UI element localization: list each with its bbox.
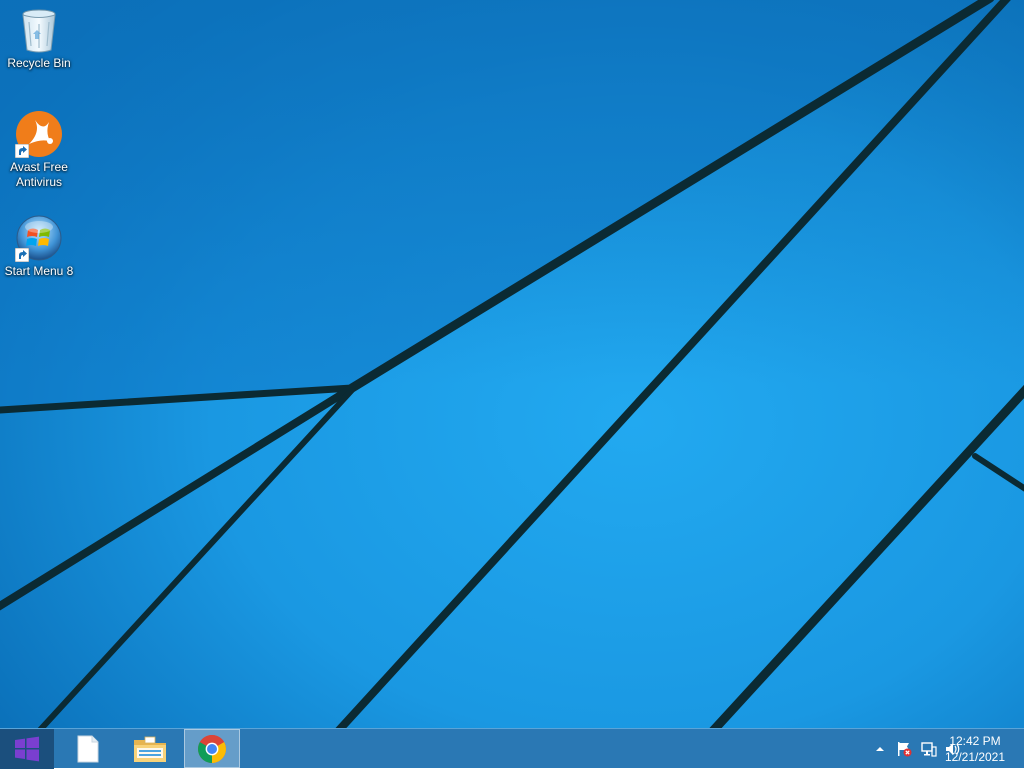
windows-logo-icon xyxy=(15,736,39,762)
document-icon xyxy=(77,735,99,762)
start-menu-8-icon xyxy=(15,214,63,262)
taskbar-button-google-chrome[interactable] xyxy=(184,729,240,768)
desktop-icon-start-menu-8[interactable]: Start Menu 8 xyxy=(0,214,78,279)
show-hidden-icons-icon[interactable] xyxy=(872,741,888,757)
shortcut-arrow-icon xyxy=(15,144,29,158)
taskbar: 12:42 PM 12/21/2021 xyxy=(0,728,1024,769)
network-icon[interactable] xyxy=(921,741,937,757)
wallpaper xyxy=(0,0,1024,728)
desktop-icon-label-line2: Antivirus xyxy=(15,175,62,189)
desktop-icon-recycle-bin[interactable]: Recycle Bin xyxy=(0,6,78,71)
recycle-bin-icon xyxy=(15,6,63,54)
desktop-icon-label: Recycle Bin xyxy=(7,56,71,70)
taskbar-button-file-explorer[interactable] xyxy=(122,729,178,768)
system-tray: 12:42 PM 12/21/2021 xyxy=(824,729,1024,768)
chrome-icon xyxy=(198,734,226,763)
clock[interactable]: 12:42 PM 12/21/2021 xyxy=(940,733,1010,765)
start-button[interactable] xyxy=(0,729,54,769)
clock-time: 12:42 PM xyxy=(949,734,1001,748)
action-center-flag-icon[interactable] xyxy=(896,741,912,757)
shortcut-arrow-icon xyxy=(15,248,29,262)
avast-icon xyxy=(15,110,63,158)
desktop-icon-label: Avast Free xyxy=(10,160,68,174)
desktop[interactable]: Recycle Bin Avast Free Antivirus Start M… xyxy=(0,0,1024,728)
file-explorer-icon xyxy=(134,736,166,762)
clock-date: 12/21/2021 xyxy=(944,750,1006,764)
taskbar-button-blank-document[interactable] xyxy=(60,729,116,768)
desktop-icon-avast[interactable]: Avast Free Antivirus xyxy=(0,110,78,190)
desktop-icon-label: Start Menu 8 xyxy=(4,264,74,278)
